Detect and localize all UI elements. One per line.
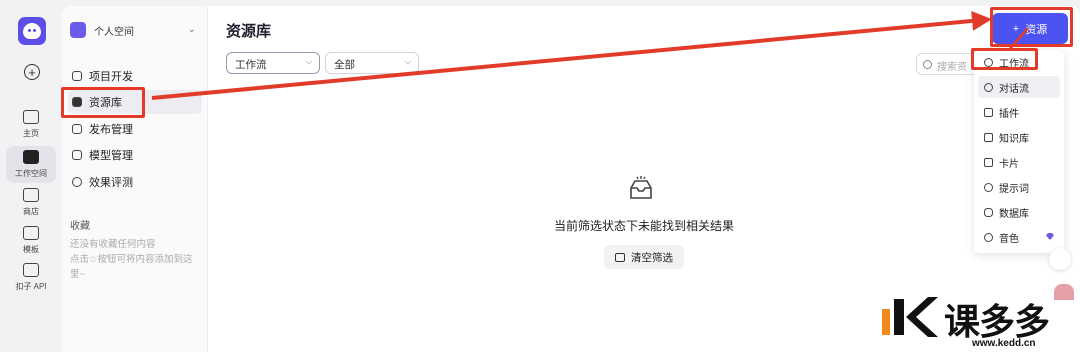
menu-item-plugin[interactable]: 插件 [978,101,1060,123]
sidebar-item-models[interactable]: 模型管理 [68,143,202,167]
type-filter-select[interactable]: 工作流 ⌵ [226,52,320,74]
card-icon [984,157,993,167]
store-icon [23,188,39,202]
gauge-icon [72,177,82,187]
menu-item-prompt[interactable]: 提示词 [978,176,1060,198]
menu-item-chatflow[interactable]: 对话流 [978,76,1060,98]
database-icon [984,207,993,217]
watermark-url: www.kedd.cn [972,338,1036,349]
template-icon [23,226,39,240]
project-icon [72,71,82,81]
menu-item-voice[interactable]: 音色 [978,226,1060,248]
left-rail: + 主页 工作空间 商店 模板 扣子 API [0,0,62,352]
rocket-icon [72,124,82,134]
watermark-logo-icon [882,297,938,337]
cube-icon [72,150,82,160]
rail-item-workspace[interactable]: 工作空间 [6,146,56,183]
app-logo-icon[interactable] [18,17,46,45]
empty-inbox-icon [630,176,652,199]
rail-item-api[interactable]: 扣子 API [6,263,56,292]
annotation-box-library [61,87,145,118]
page-title: 资源库 [226,23,272,40]
menu-item-knowledge[interactable]: 知识库 [978,126,1060,148]
plugin-icon [984,107,993,117]
favorites-title: 收藏 [70,221,90,232]
rail-item-home[interactable]: 主页 [6,110,56,139]
link-icon [23,263,39,277]
space-switcher[interactable]: 个人空间 [70,22,134,38]
menu-item-card[interactable]: 卡片 [978,151,1060,173]
search-icon [923,60,932,69]
empty-state-text: 当前筛选状态下未能找到相关结果 [553,219,734,233]
chevron-down-icon[interactable]: ⌄ [188,24,196,35]
chat-icon [984,82,993,92]
favorites-empty-text: 还没有收藏任何内容 点击☆按钮可将内容添加到这里~ [70,239,193,280]
annotation-box-add-button [990,7,1073,47]
chevron-down-icon: ⌵ [305,57,312,66]
clear-filter-icon [615,252,625,262]
sidebar: 个人空间 ⌄ 项目开发 资源库 发布管理 模型管理 效果评测 收藏 还没有收藏任… [62,6,208,352]
rail-item-templates[interactable]: 模板 [6,226,56,255]
space-name: 个人空间 [94,26,134,38]
sidebar-item-projects[interactable]: 项目开发 [68,64,202,88]
user-avatar-icon [70,22,86,38]
chevron-down-icon: ⌵ [404,57,411,66]
clear-filter-button[interactable]: 清空筛选 [604,245,684,269]
sidebar-item-evaluation[interactable]: 效果评测 [68,170,202,194]
annotation-box-workflow [971,48,1038,70]
create-icon[interactable]: + [24,64,40,80]
premium-diamond-icon [1046,233,1054,240]
widgets-icon[interactable] [1049,248,1071,270]
bulb-icon [984,182,993,192]
knowledge-icon [984,132,993,142]
menu-item-database[interactable]: 数据库 [978,201,1060,223]
scope-filter-select[interactable]: 全部 ⌵ [325,52,419,74]
rail-item-store[interactable]: 商店 [6,188,56,217]
resource-type-menu: 工作流 对话流 插件 知识库 卡片 提示词 数据库 音色 [974,50,1064,253]
sidebar-item-publish[interactable]: 发布管理 [68,117,202,141]
terminal-icon [23,150,39,164]
home-icon [23,110,39,124]
watermark: 课多多 www.kedd.cn [880,293,1080,352]
voice-icon [984,232,993,242]
